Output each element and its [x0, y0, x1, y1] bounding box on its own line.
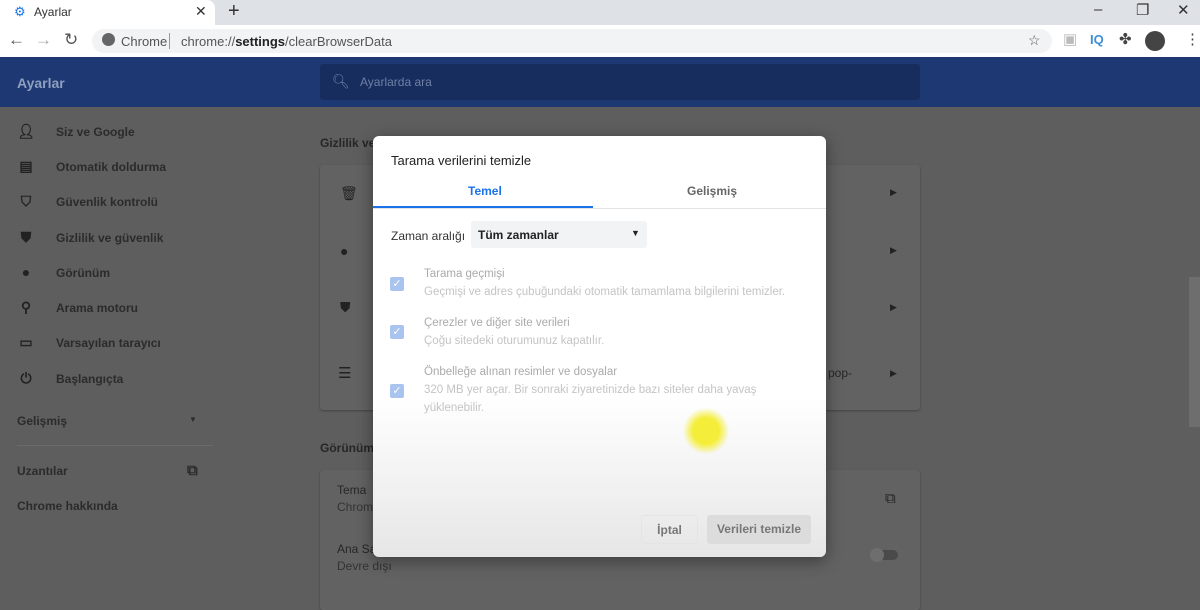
sidebar-item-label: Arama motoru [56, 301, 139, 315]
clear-browsing-data-dialog: Tarama verilerini temizle Temel Gelişmiş… [373, 136, 826, 557]
menu-icon[interactable]: ⋮ [1185, 30, 1200, 48]
cache-item: Önbelleğe alınan resimler ve dosyalar 320… [424, 363, 784, 417]
home-button-toggle[interactable] [870, 548, 898, 562]
address-bar[interactable]: Chrome chrome://settings/clearBrowserDat… [92, 29, 1052, 53]
person-icon: 👤︎ [17, 123, 35, 139]
about-label: Chrome hakkında [17, 499, 118, 513]
browser-icon: ▭ [19, 334, 33, 350]
reload-icon[interactable]: ↻ [64, 30, 78, 50]
arrow-right-icon[interactable]: ▶ [890, 302, 897, 313]
shield-icon: ⛊ [20, 229, 32, 245]
avatar[interactable] [1145, 31, 1165, 51]
scrollbar[interactable] [1189, 277, 1200, 427]
section-heading-privacy: Gizlilik ve [320, 136, 376, 150]
divider [17, 445, 213, 446]
cookie-icon: ● [340, 243, 349, 259]
sidebar-item-label: Siz ve Google [56, 125, 135, 139]
gear-icon: ⚙ [14, 4, 26, 19]
time-range-select[interactable]: Tüm zamanlar ▼ [471, 221, 647, 248]
sidebar-about-chrome[interactable]: Chrome hakkında [17, 499, 118, 513]
sidebar-advanced[interactable]: Gelişmiş ▼ [17, 414, 202, 428]
section-heading-appearance: Görünüm [320, 441, 374, 455]
history-checkbox[interactable]: ✓ [390, 277, 404, 291]
page-title: Ayarlar [17, 75, 65, 91]
close-tab-icon[interactable]: ✕ [195, 3, 207, 20]
sidebar-item-label: Otomatik doldurma [56, 160, 167, 174]
advanced-label: Gelişmiş [17, 414, 68, 428]
item-title: Önbelleğe alınan resimler ve dosyalar [424, 366, 618, 378]
url-path: /clearBrowserData [285, 34, 392, 49]
close-window-icon[interactable]: ✕ [1177, 1, 1190, 19]
history-item: Tarama geçmişi Geçmişi ve adres çubuğunda… [424, 265, 804, 301]
arrow-right-icon[interactable]: ▶ [890, 368, 897, 379]
search-placeholder: Ayarlarda ara [360, 75, 432, 89]
back-icon[interactable]: ← [8, 30, 25, 50]
chevron-down-icon: ▼ [189, 415, 197, 424]
tab-advanced[interactable]: Gelişmiş [687, 184, 737, 198]
omnibox-chip: Chrome [121, 34, 168, 49]
arrow-right-icon[interactable]: ▶ [890, 187, 897, 198]
power-icon: ⏻ [20, 370, 32, 386]
minimize-icon[interactable]: – [1094, 1, 1102, 18]
tab-strip: ⚙ Ayarlar ✕ + – ❐ ✕ [0, 0, 1200, 25]
puzzle-icon[interactable]: ✤ [1119, 30, 1132, 48]
theme-value: Chrom [337, 500, 374, 514]
time-range-label: Zaman aralığı [391, 229, 466, 243]
clear-data-button[interactable]: Verileri temizle [707, 515, 811, 544]
divider [169, 33, 170, 49]
home-button-value: Devre dışı [337, 559, 392, 573]
restore-icon[interactable]: ❐ [1136, 1, 1149, 19]
tab-settings[interactable]: ⚙ Ayarlar ✕ [0, 0, 215, 25]
site-settings-desc: pop- [828, 366, 853, 380]
divider [373, 208, 826, 209]
new-tab-button[interactable]: + [228, 0, 240, 23]
search-icon: ⚲ [20, 299, 32, 315]
clipboard-icon: ▤ [19, 158, 33, 174]
item-title: Tarama geçmişi [424, 268, 505, 280]
cookies-checkbox[interactable]: ✓ [390, 325, 404, 339]
cursor-highlight [683, 408, 729, 454]
cookies-item: Çerezler ve diğer site verileri Çoğu site… [424, 314, 804, 350]
palette-icon: ● [21, 264, 31, 280]
item-desc: Çoğu sitedeki oturumunuz kapatılır. [424, 335, 605, 347]
arrow-right-icon[interactable]: ▶ [890, 245, 897, 256]
star-icon[interactable]: ☆ [1028, 32, 1041, 49]
item-desc: 320 MB yer açar. Bir sonraki ziyaretiniz… [424, 384, 757, 414]
trash-icon: 🗑︎ [340, 185, 358, 201]
chrome-icon [102, 33, 115, 46]
toggle-knob [870, 548, 884, 562]
time-range-value: Tüm zamanlar [478, 228, 559, 242]
item-title: Çerezler ve diğer site verileri [424, 317, 570, 329]
sidebar-extensions[interactable]: Uzantılar ⧉ [17, 462, 207, 479]
sidebar-item-label: Güvenlik kontrolü [56, 195, 159, 209]
theme-label: Tema [337, 483, 367, 497]
tab-basic[interactable]: Temel [468, 184, 502, 198]
sidebar-item-label: Gizlilik ve güvenlik [56, 231, 164, 245]
url-prefix: chrome:// [181, 34, 236, 49]
dialog-title: Tarama verilerini temizle [391, 153, 532, 168]
sidebar-item-label: Varsayılan tarayıcı [56, 336, 161, 350]
external-link-icon: ⧉ [187, 462, 198, 479]
url-host: settings [235, 34, 286, 49]
extension-icon[interactable]: ▣ [1063, 30, 1077, 48]
tune-icon: ☰ [338, 365, 352, 382]
cancel-button[interactable]: İptal [641, 515, 698, 544]
search-icon: 🔍︎ [332, 73, 350, 89]
forward-icon[interactable]: → [35, 30, 52, 50]
tab-title: Ayarlar [34, 5, 72, 19]
shield-check-icon: ⛉ [20, 193, 32, 209]
sidebar-item-label: Görünüm [56, 266, 110, 280]
url-text: chrome://settings/clearBrowserData [181, 34, 392, 49]
browser-toolbar: ← → ↻ Chrome chrome://settings/clearBrow… [0, 25, 1200, 57]
sidebar-item-label: Başlangıçta [56, 372, 124, 386]
search-input[interactable]: 🔍︎ Ayarlarda ara [320, 64, 920, 100]
item-desc: Geçmişi ve adres çubuğundaki otomatik ta… [424, 286, 786, 298]
extensions-label: Uzantılar [17, 464, 68, 478]
iq-extension-icon[interactable]: IQ [1090, 32, 1104, 47]
home-button-label: Ana Sa [337, 542, 377, 556]
shield-icon: ⛊ [340, 299, 351, 315]
chevron-down-icon: ▼ [631, 228, 640, 238]
external-link-icon[interactable]: ⧉ [885, 490, 896, 507]
cache-checkbox[interactable]: ✓ [390, 384, 404, 398]
